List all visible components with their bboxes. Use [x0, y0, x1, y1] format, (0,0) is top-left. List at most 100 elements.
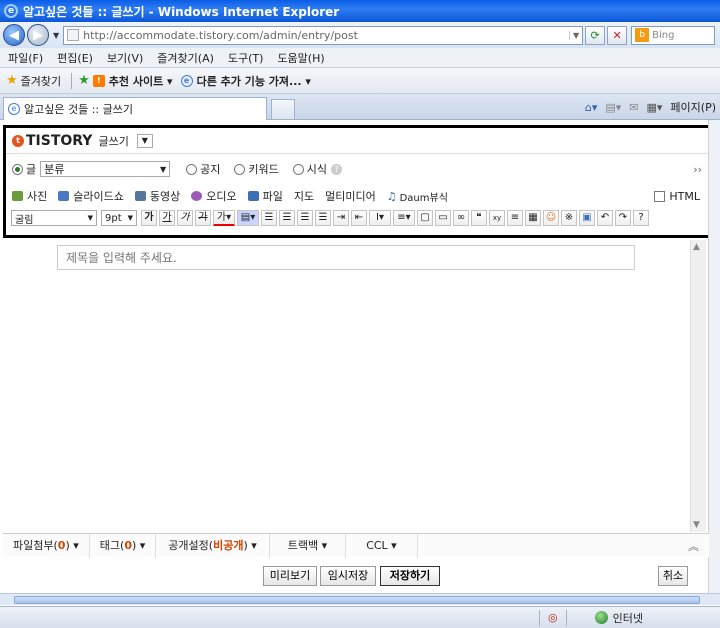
strikethrough-icon[interactable]: 가: [195, 210, 211, 226]
align-center-icon[interactable]: ☰: [279, 210, 295, 226]
help-icon[interactable]: ?: [331, 163, 342, 175]
fav-suggested-sites[interactable]: ! 추천 사이트 ▾: [92, 73, 173, 89]
editor-scrollbar[interactable]: ▲ ▼: [690, 240, 706, 532]
temp-save-button[interactable]: 임시저장: [320, 566, 376, 586]
ie-logo-icon: e: [4, 4, 18, 18]
page-menu[interactable]: 페이지(P): [670, 99, 716, 115]
poem-radio[interactable]: [292, 163, 304, 175]
align-left-icon[interactable]: ☰: [261, 210, 277, 226]
search-box[interactable]: b Bing: [631, 25, 716, 45]
home-icon[interactable]: ⌂▾: [585, 101, 598, 114]
keyword-radio[interactable]: [234, 163, 246, 175]
forward-button[interactable]: ▶: [27, 24, 49, 46]
print-icon[interactable]: ▦▾: [647, 101, 663, 114]
insert-map-button[interactable]: 지도: [294, 188, 314, 204]
outdent-icon[interactable]: ⇤: [351, 210, 367, 226]
post-type-radio[interactable]: [12, 163, 23, 175]
new-tab-button[interactable]: [271, 99, 295, 119]
tab-attachments[interactable]: 파일첨부(0) ▾: [3, 533, 90, 558]
favorites-button[interactable]: 즐겨찾기: [21, 73, 61, 89]
menu-favorites[interactable]: 즐겨찾기(A): [157, 50, 214, 66]
insert-file-button[interactable]: 파일: [247, 188, 283, 204]
insert-audio-button[interactable]: 오디오: [191, 188, 237, 204]
line-height-icon[interactable]: Ⅰ▾: [369, 210, 391, 226]
text-color-icon[interactable]: 가▾: [213, 210, 235, 226]
link-icon[interactable]: ∞: [453, 210, 469, 226]
stop-button[interactable]: ✕: [607, 25, 628, 45]
address-dropdown-icon[interactable]: ▼: [569, 30, 582, 40]
redo-icon[interactable]: ↷: [615, 210, 631, 226]
tab-active[interactable]: e 알고싶은 것들 :: 글쓰기: [3, 97, 267, 120]
quote-box-icon[interactable]: ▢: [417, 210, 433, 226]
undo-icon[interactable]: ↶: [597, 210, 613, 226]
insert-video-button[interactable]: 동영상: [134, 188, 180, 204]
quote-icon[interactable]: ❝: [471, 210, 487, 226]
add-favorite-icon[interactable]: ★: [78, 73, 90, 88]
font-size-select[interactable]: 9pt ▼: [101, 210, 137, 226]
save-icon[interactable]: ▣: [579, 210, 595, 226]
box-icon[interactable]: ▭: [435, 210, 451, 226]
special-char-icon[interactable]: xy: [489, 210, 505, 226]
save-button[interactable]: 저장하기: [380, 566, 440, 586]
underline-icon[interactable]: 가: [159, 210, 175, 226]
menu-file[interactable]: 파일(F): [8, 50, 43, 66]
editor-header: t TISTORY 글쓰기 ▼: [6, 128, 708, 154]
preview-button[interactable]: 미리보기: [263, 566, 317, 586]
category-select[interactable]: 분류 ▼: [40, 161, 171, 177]
poem-option[interactable]: 시식 ?: [292, 161, 342, 177]
status-separator: [539, 609, 540, 626]
insert-photo-button[interactable]: 사진: [12, 188, 47, 204]
page-scrollbar[interactable]: [708, 120, 720, 600]
favorites-star-icon: ★: [6, 73, 18, 88]
daum-view-button[interactable]: ♫ Daum뷰식: [387, 189, 448, 204]
help-question-icon[interactable]: ?: [633, 210, 649, 226]
address-url[interactable]: http://accommodate.tistory.com/admin/ent…: [83, 29, 569, 42]
refresh-button[interactable]: ⟳: [585, 25, 606, 45]
list-icon[interactable]: ≡▾: [393, 210, 415, 226]
notice-radio[interactable]: [186, 163, 198, 175]
fav-addons[interactable]: e 다른 추가 기능 가져... ▾: [180, 73, 311, 89]
indent-icon[interactable]: ⇥: [333, 210, 349, 226]
highlight-icon[interactable]: ▤▾: [237, 210, 259, 226]
scroll-down-icon[interactable]: ▼: [693, 520, 700, 530]
expand-icon[interactable]: ››: [693, 163, 702, 176]
table-icon[interactable]: ▦: [525, 210, 541, 226]
cancel-button[interactable]: 취소: [658, 566, 688, 586]
html-checkbox[interactable]: [654, 190, 666, 202]
font-family-select[interactable]: 굴림 ▼: [11, 210, 97, 226]
photo-icon: [12, 191, 23, 201]
symbol-icon[interactable]: ※: [561, 210, 577, 226]
keyword-option[interactable]: 키워드: [234, 161, 279, 177]
tab-ccl[interactable]: CCL ▾: [346, 533, 418, 558]
align-right-icon[interactable]: ☰: [297, 210, 313, 226]
tag-label: 태그(: [99, 538, 125, 552]
italic-icon[interactable]: 가: [177, 210, 193, 226]
menu-tools[interactable]: 도구(T): [228, 50, 264, 66]
tab-visibility[interactable]: 공개설정(비공개) ▾: [156, 533, 270, 558]
bold-icon[interactable]: 가: [141, 210, 157, 226]
html-toggle[interactable]: HTML: [654, 190, 700, 203]
horizontal-scroll-thumb[interactable]: [14, 596, 700, 604]
history-dropdown-icon[interactable]: ▼: [53, 31, 59, 40]
collapse-icon[interactable]: ︽: [688, 538, 699, 554]
feeds-icon[interactable]: ▤▾: [605, 101, 621, 114]
editor-mode-dropdown[interactable]: ▼: [136, 133, 153, 148]
horizontal-scrollbar[interactable]: [0, 593, 720, 605]
horizontal-rule-icon[interactable]: ≡: [507, 210, 523, 226]
menu-edit[interactable]: 편집(E): [57, 50, 93, 66]
insert-multimedia-button[interactable]: 멀티미디어: [325, 188, 376, 204]
menu-view[interactable]: 보기(V): [107, 50, 143, 66]
mail-icon[interactable]: ✉: [629, 101, 638, 114]
tab-tags[interactable]: 태그(0) ▾: [90, 533, 157, 558]
fav-suggested-sites-label: 추천 사이트 ▾: [108, 74, 173, 88]
address-bar[interactable]: http://accommodate.tistory.com/admin/ent…: [63, 25, 584, 45]
insert-slideshow-button[interactable]: 슬라이드쇼: [58, 188, 124, 204]
tab-trackback[interactable]: 트랙백 ▾: [270, 533, 347, 558]
notice-option[interactable]: 공지: [186, 161, 220, 177]
scroll-up-icon[interactable]: ▲: [693, 242, 700, 252]
menu-help[interactable]: 도움말(H): [277, 50, 324, 66]
emoticon-icon[interactable]: ☺: [543, 210, 559, 226]
back-button[interactable]: ◀: [3, 24, 25, 46]
align-justify-icon[interactable]: ☰: [315, 210, 331, 226]
post-title-input[interactable]: [57, 245, 635, 270]
